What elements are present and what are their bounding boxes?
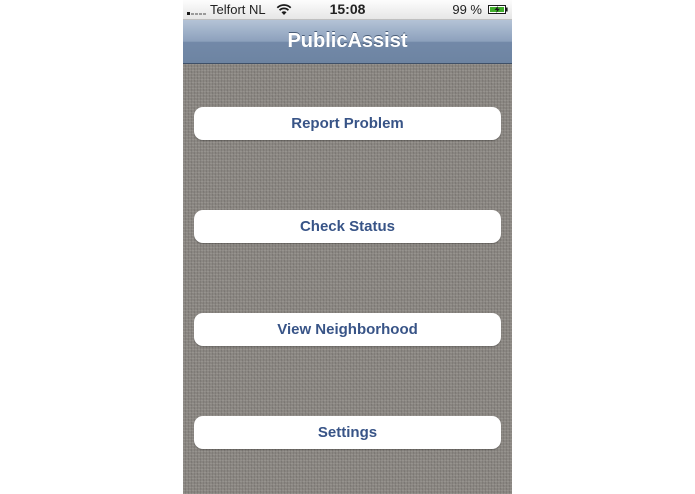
report-problem-button[interactable]: Report Problem	[194, 107, 501, 140]
view-neighborhood-button[interactable]: View Neighborhood	[194, 313, 501, 346]
settings-button[interactable]: Settings	[194, 416, 501, 449]
app-screen: Telfort NL 15:08 99 % PublicAssist Repor…	[183, 0, 512, 494]
battery-charging-icon	[488, 5, 508, 14]
status-bar: Telfort NL 15:08 99 %	[183, 0, 512, 20]
battery-percentage: 99 %	[452, 2, 482, 17]
check-status-button[interactable]: Check Status	[194, 210, 501, 243]
navigation-bar: PublicAssist	[183, 20, 512, 64]
menu-area: Report Problem Check Status View Neighbo…	[183, 64, 512, 494]
page-title: PublicAssist	[287, 30, 408, 52]
